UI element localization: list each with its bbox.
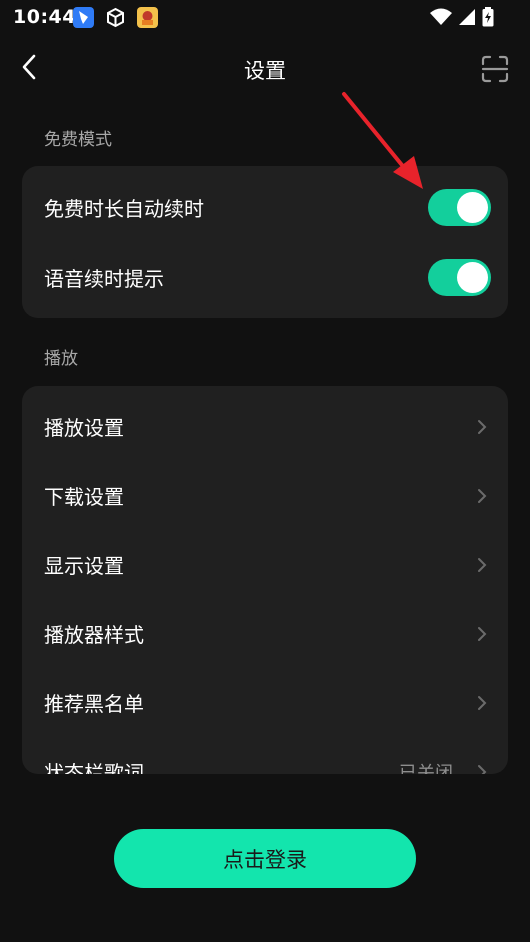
playback-card: 播放设置 下载设置 显示设置 播放器样式 推荐黑名单 状态栏歌词 已关闭 — [22, 386, 508, 774]
battery-charging-icon — [482, 7, 494, 31]
list-item-auto-renew[interactable]: 免费时长自动续时 — [22, 173, 508, 242]
chevron-right-icon — [476, 419, 488, 435]
chevron-right-icon — [476, 488, 488, 504]
lark-app-icon — [73, 7, 94, 28]
chevron-right-icon — [476, 764, 488, 774]
free-mode-card: 免费时长自动续时 语音续时提示 — [22, 166, 508, 318]
list-item-voice-prompt[interactable]: 语音续时提示 — [22, 243, 508, 312]
section-label-free-mode: 免费模式 — [44, 130, 112, 150]
header: 设置 — [0, 42, 530, 96]
row-label: 播放设置 — [44, 416, 124, 440]
wifi-icon — [430, 8, 452, 30]
row-label: 推荐黑名单 — [44, 692, 144, 716]
scan-button[interactable] — [480, 54, 510, 84]
section-label-playback: 播放 — [44, 349, 78, 369]
auto-renew-toggle[interactable] — [428, 189, 491, 226]
chevron-right-icon — [476, 626, 488, 642]
row-label: 播放器样式 — [44, 623, 144, 647]
row-label: 语音续时提示 — [44, 267, 164, 291]
row-label: 免费时长自动续时 — [44, 197, 204, 221]
page-title: 设置 — [244, 59, 286, 83]
status-bar: 10:44 — [0, 0, 530, 36]
toggle-knob — [457, 262, 488, 293]
row-label: 显示设置 — [44, 554, 124, 578]
signal-icon — [458, 8, 476, 30]
toggle-knob — [457, 192, 488, 223]
status-time: 10:44 — [13, 6, 76, 28]
list-item-playback-settings[interactable]: 播放设置 — [22, 392, 508, 461]
login-label: 点击登录 — [223, 847, 307, 872]
scan-icon — [480, 55, 510, 88]
cube-app-icon — [105, 7, 126, 28]
list-item-display-settings[interactable]: 显示设置 — [22, 530, 508, 599]
chevron-right-icon — [476, 695, 488, 711]
row-label: 状态栏歌词 — [44, 761, 144, 774]
voice-prompt-toggle[interactable] — [428, 259, 491, 296]
list-item-status-bar-lyrics[interactable]: 状态栏歌词 已关闭 — [22, 737, 508, 774]
list-item-player-style[interactable]: 播放器样式 — [22, 599, 508, 668]
login-button[interactable]: 点击登录 — [114, 829, 416, 888]
row-value: 已关闭 — [399, 762, 453, 775]
list-item-download-settings[interactable]: 下载设置 — [22, 461, 508, 530]
row-label: 下载设置 — [44, 485, 124, 509]
game-app-icon — [137, 7, 158, 28]
chevron-right-icon — [476, 557, 488, 573]
list-item-recommend-blacklist[interactable]: 推荐黑名单 — [22, 668, 508, 737]
status-indicators — [430, 7, 494, 31]
